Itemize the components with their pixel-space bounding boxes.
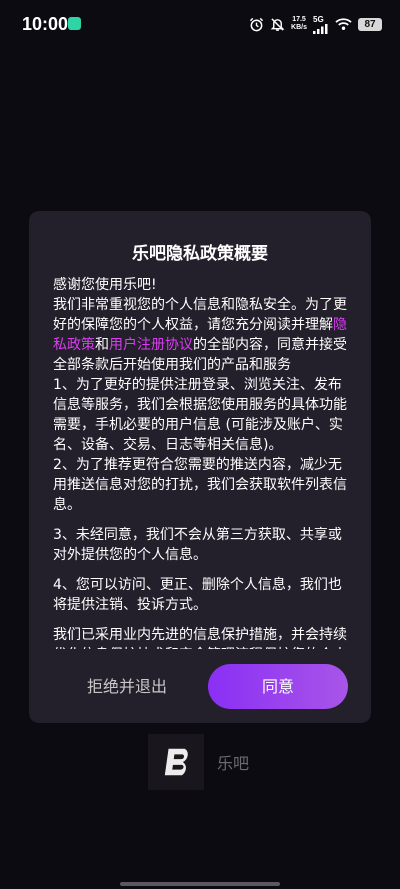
net-speed-value: 17.5	[292, 16, 306, 23]
signal-icon	[313, 23, 328, 34]
alarm-icon	[249, 17, 264, 31]
intro-and: 和	[95, 337, 109, 353]
policy-item-3: 3、未经同意，我们不会从第三方获取、共享或对外提供您的个人信息。	[53, 527, 342, 563]
wifi-icon	[335, 18, 352, 30]
status-time: 10:00	[22, 14, 69, 34]
app-logo	[148, 734, 204, 790]
app-notification-icon	[68, 17, 81, 30]
network-type: 5G	[313, 14, 324, 24]
battery-icon: 87	[358, 17, 382, 31]
app-name: 乐吧	[217, 754, 250, 773]
policy-closing: 我们已采用业内先进的信息保护措施，并会持续优化信息保护技术和完全管理流程保护您的…	[53, 627, 347, 649]
intro-greeting: 感谢您使用乐吧!	[53, 277, 157, 293]
reject-exit-button[interactable]: 拒绝并退出	[67, 665, 187, 709]
screen: 10:00 17.5 KB/s 5G 87 乐吧隐私政策概要 感谢您使用乐吧! …	[0, 0, 400, 889]
status-bar: 10:00 17.5 KB/s 5G 87	[0, 0, 400, 48]
dialog-title: 乐吧隐私政策概要	[132, 244, 268, 264]
logo-b-icon	[164, 748, 188, 776]
mute-icon	[270, 17, 285, 31]
status-icons: 17.5 KB/s 5G 87	[249, 13, 382, 35]
policy-item-2: 2、为了推荐更符合您需要的推送内容，减少无用推送信息对您的打扰，我们会获取软件列…	[53, 457, 347, 513]
dialog-body[interactable]: 感谢您使用乐吧! 我们非常重视您的个人信息和隐私安全。为了更好的保障您的个人权益…	[53, 275, 349, 649]
home-indicator[interactable]	[120, 882, 280, 886]
agree-button[interactable]: 同意	[208, 664, 348, 709]
user-agreement-link[interactable]: 用户注册协议	[109, 337, 193, 353]
cell-signal: 5G	[313, 15, 329, 34]
policy-item-1: 1、为了更好的提供注册登录、浏览关注、发布信息等服务，我们会根据您使用服务的具体…	[53, 377, 347, 453]
intro-paragraph: 我们非常重视您的个人信息和隐私安全。为了更好的保障您的个人权益，请您充分阅读并理…	[53, 295, 349, 375]
net-speed-unit: KB/s	[291, 24, 307, 31]
intro-text-1: 我们非常重视您的个人信息和隐私安全。为了更好的保障您的个人权益，请您充分阅读并理…	[53, 297, 347, 333]
net-speed: 17.5 KB/s	[291, 16, 307, 32]
privacy-dialog: 乐吧隐私政策概要 感谢您使用乐吧! 我们非常重视您的个人信息和隐私安全。为了更好…	[29, 211, 371, 723]
policy-item-4: 4、您可以访问、更正、删除个人信息，我们也将提供注销、投诉方式。	[53, 577, 342, 613]
